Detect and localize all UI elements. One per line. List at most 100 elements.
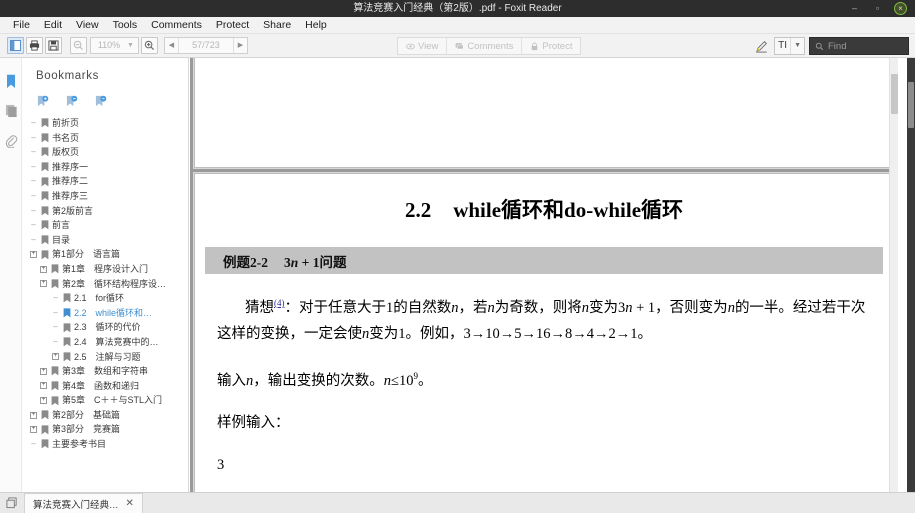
window-scrollbar-thumb[interactable] [908, 82, 914, 128]
bookmark-tree-item[interactable]: – 推荐序一 [26, 160, 188, 175]
menu-tools[interactable]: Tools [106, 17, 145, 34]
bookmark-tree-item[interactable]: + 第3章 数组和字符串 [26, 364, 188, 379]
expand-toggle-icon[interactable]: + [38, 277, 49, 292]
bookmark-collapse-icon[interactable] [65, 94, 78, 107]
expand-toggle-icon[interactable]: + [50, 350, 61, 365]
page-navigator: ◀ 57/723 ▶ [163, 37, 248, 54]
bookmark-item-label: 第2部分 基础篇 [52, 409, 121, 420]
pages-rail-icon[interactable] [0, 96, 22, 126]
text-tool-label: TI [778, 40, 788, 51]
bookmark-tree-item[interactable]: – 推荐序二 [26, 174, 188, 189]
close-icon[interactable]: ✕ [126, 498, 134, 509]
bookmark-item-label: 第1章 程序设计入门 [62, 263, 149, 274]
window-title: 算法竞赛入门经典（第2版）.pdf - Foxit Reader [353, 3, 562, 14]
bookmark-tree-item[interactable]: +2.5 注解与习题 [26, 350, 188, 365]
expand-toggle-icon[interactable]: + [28, 247, 39, 262]
bookmark-tree-item[interactable]: + 第5章 C＋＋与STL入门 [26, 393, 188, 408]
zoom-in-icon[interactable] [140, 37, 158, 54]
bookmark-item-label: 版权页 [52, 147, 80, 158]
tree-branch-line: – [31, 439, 36, 449]
bookmark-tree-item[interactable]: – 第2版前言 [26, 204, 188, 219]
menu-comments[interactable]: Comments [144, 17, 209, 34]
tab-view-label: View [418, 40, 439, 52]
bookmark-tree-item[interactable]: – 主要参考书目 [26, 437, 188, 452]
close-button[interactable]: × [894, 2, 907, 15]
bookmarks-rail-icon[interactable] [0, 66, 22, 96]
zoom-level-combo[interactable]: 110% ▼ [90, 37, 139, 54]
tree-branch-line: – [31, 205, 36, 215]
maximize-button[interactable]: ▫ [871, 2, 884, 15]
menu-edit[interactable]: Edit [37, 17, 69, 34]
expand-toggle-icon[interactable]: + [38, 393, 49, 408]
bookmark-tree-item[interactable]: – 前折页 [26, 116, 188, 131]
zoom-out-icon[interactable] [70, 37, 87, 54]
menu-file[interactable]: File [6, 17, 37, 34]
next-page-button[interactable]: ▶ [232, 38, 247, 53]
expand-toggle-icon[interactable]: + [38, 379, 49, 394]
pdf-page-previous [194, 58, 894, 168]
pencil-icon[interactable] [752, 37, 770, 55]
chevron-down-icon[interactable]: ▼ [790, 38, 804, 54]
menu-help[interactable]: Help [298, 17, 334, 34]
bookmark-item-label: 第3章 数组和字符串 [62, 366, 149, 377]
bookmark-tree-item[interactable]: + 第4章 函数和递归 [26, 379, 188, 394]
chevron-down-icon[interactable]: ▼ [127, 42, 138, 49]
search-icon [815, 42, 824, 50]
expand-toggle-icon[interactable]: + [38, 262, 49, 277]
example-title-bar: 例题2-2 3n + 1问题 [205, 247, 883, 274]
bookmark-tree-item[interactable]: + 第2部分 基础篇 [26, 408, 188, 423]
bookmark-tree-item[interactable]: – 2.2 while循环和… [26, 306, 188, 321]
sidebar-toggle-icon[interactable] [7, 37, 24, 54]
bookmark-item-label: 主要参考书目 [52, 439, 107, 450]
document-scrollbar[interactable] [889, 58, 898, 492]
bookmarks-panel: Bookmarks – 前折页 – 书名页 – 版权页 – 推荐序一 – 推荐序… [22, 58, 189, 492]
bookmark-tree-item[interactable]: + 第1章 程序设计入门 [26, 262, 188, 277]
expand-toggle-icon[interactable]: + [28, 408, 39, 423]
tree-branch-line: – [53, 293, 58, 303]
document-viewport[interactable]: 2.2 while循环和do-while循环 例题2-2 3n + 1问题 猜想(… [190, 58, 898, 492]
tab-view[interactable]: View [398, 38, 448, 54]
bookmark-tree-item[interactable]: + 第3部分 竞赛篇 [26, 422, 188, 437]
menu-protect[interactable]: Protect [209, 17, 256, 34]
document-scrollbar-thumb[interactable] [891, 74, 898, 114]
bookmark-item-label: 书名页 [52, 132, 80, 143]
menu-share[interactable]: Share [256, 17, 298, 34]
bookmark-icon [39, 162, 50, 172]
window-scrollbar[interactable] [907, 58, 915, 492]
bookmark-icon [61, 337, 72, 347]
expand-toggle-icon[interactable]: + [28, 422, 39, 437]
bookmark-tree-item[interactable]: – 2.3 循环的代价 [26, 320, 188, 335]
tab-protect[interactable]: Protect [522, 38, 580, 54]
mode-tab-group: View Comments Protect [397, 37, 582, 55]
menu-view[interactable]: View [69, 17, 106, 34]
tab-comments[interactable]: Comments [447, 38, 523, 54]
bookmark-tree-item[interactable]: – 2.1 for循环 [26, 291, 188, 306]
bookmark-item-label: 第2版前言 [52, 205, 94, 216]
bookmark-tree-item[interactable]: + 第1部分 语言篇 [26, 247, 188, 262]
bookmark-item-label: 2.3 循环的代价 [74, 322, 141, 333]
bookmark-tree-item[interactable]: – 目录 [26, 233, 188, 248]
print-icon[interactable] [26, 37, 43, 54]
bookmark-expand-icon[interactable] [36, 94, 49, 107]
bookmark-options-icon[interactable] [94, 94, 107, 107]
bookmark-tree-item[interactable]: – 推荐序三 [26, 189, 188, 204]
window-list-icon[interactable] [0, 493, 24, 513]
tree-branch-line: – [31, 147, 36, 157]
bookmark-icon [39, 220, 50, 230]
bookmark-tree-item[interactable]: – 书名页 [26, 131, 188, 146]
bookmark-item-label: 推荐序三 [52, 190, 89, 201]
bookmark-tree-item[interactable]: + 第2章 循环结构程序设… [26, 277, 188, 292]
bookmark-tree-item[interactable]: – 前言 [26, 218, 188, 233]
attachments-rail-icon[interactable] [0, 126, 22, 156]
text-tool-combo[interactable]: TI ▼ [774, 37, 805, 55]
save-icon[interactable] [45, 37, 62, 54]
search-input[interactable]: Find [809, 37, 909, 55]
expand-toggle-icon[interactable]: + [38, 364, 49, 379]
page-number-input[interactable]: 57/723 [179, 38, 233, 53]
previous-page-button[interactable]: ◀ [165, 38, 179, 53]
minimize-button[interactable]: – [848, 2, 861, 15]
document-tab[interactable]: 算法竞赛入门经典… ✕ [24, 493, 143, 513]
bookmark-tree-item[interactable]: – 版权页 [26, 145, 188, 160]
bookmark-tree-item[interactable]: – 2.4 算法竞赛中的… [26, 335, 188, 350]
example-label: 例题2-2 [223, 254, 268, 270]
